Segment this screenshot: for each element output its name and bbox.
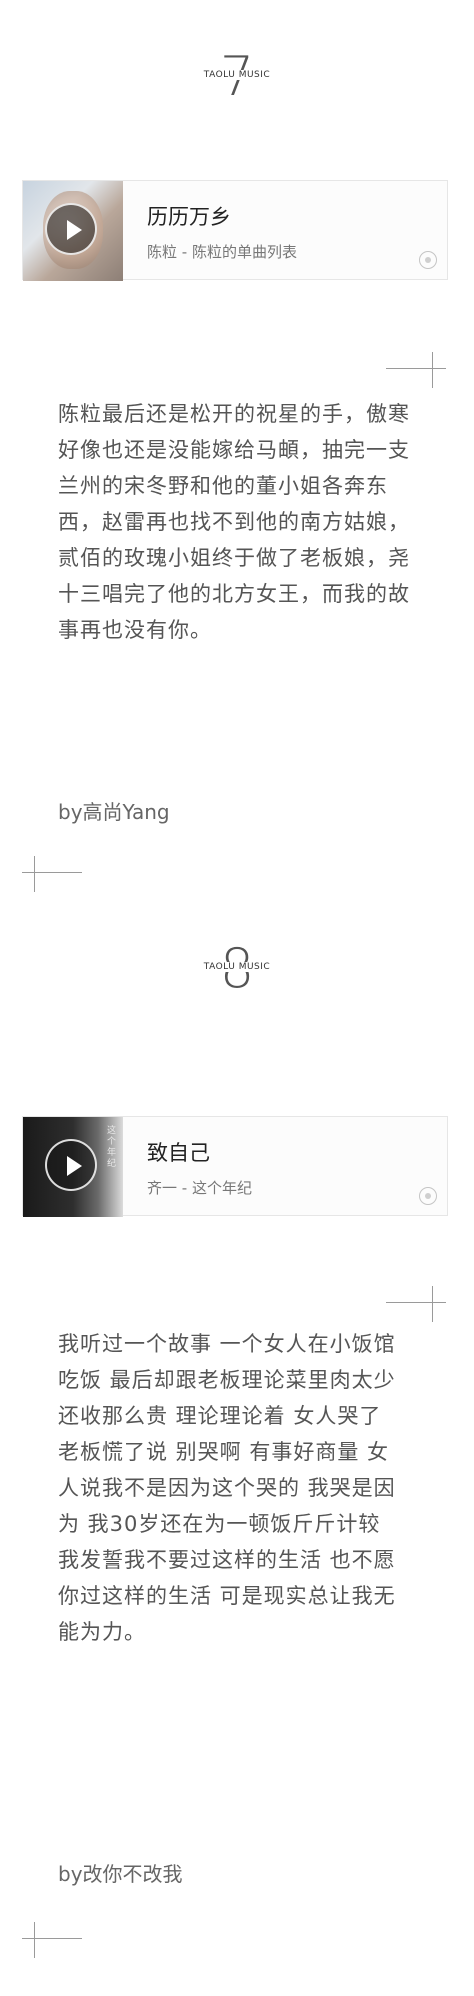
author-signature: by高尚Yang — [58, 800, 170, 824]
section-8: 8 TAOLU MUSIC 这个年纪 致自己 齐一 - 这个年纪 我听过一个故事… — [0, 940, 474, 1996]
number-badge: 7 TAOLU MUSIC — [197, 48, 277, 112]
corner-crosshair-decoration — [22, 1922, 82, 1958]
badge-brand: TAOLU MUSIC — [201, 962, 273, 972]
number-badge: 8 TAOLU MUSIC — [197, 940, 277, 1004]
song-title: 致自己 — [147, 1141, 210, 1165]
song-artist-album: 陈粒 - 陈粒的单曲列表 — [147, 243, 297, 261]
story-paragraph: 我听过一个故事 一个女人在小饭馆吃饭 最后却跟老板理论菜里肉太少 还收那么贵 理… — [58, 1332, 396, 1644]
album-cover: 这个年纪 — [23, 1117, 123, 1217]
album-cover — [23, 181, 123, 281]
play-icon[interactable] — [45, 203, 97, 255]
album-cover-text: 这个年纪 — [105, 1125, 115, 1169]
music-note-icon — [419, 251, 437, 269]
section-7: 7 TAOLU MUSIC 历历万乡 陈粒 - 陈粒的单曲列表 陈粒最后还是松开… — [0, 0, 474, 892]
music-note-icon — [419, 1187, 437, 1205]
badge-brand: TAOLU MUSIC — [201, 70, 273, 80]
corner-crosshair-decoration — [22, 856, 82, 892]
music-player-card[interactable]: 历历万乡 陈粒 - 陈粒的单曲列表 — [22, 180, 448, 281]
corner-crosshair-decoration — [386, 1286, 446, 1322]
music-player-card[interactable]: 这个年纪 致自己 齐一 - 这个年纪 — [22, 1116, 448, 1217]
author-signature: by改你不改我 — [58, 1862, 183, 1886]
song-artist-album: 齐一 - 这个年纪 — [147, 1179, 252, 1197]
story-paragraph: 陈粒最后还是松开的祝星的手，傲寒好像也还是没能嫁给马頔，抽完一支兰州的宋冬野和他… — [58, 402, 410, 642]
play-icon[interactable] — [45, 1139, 97, 1191]
song-title: 历历万乡 — [147, 205, 231, 229]
corner-crosshair-decoration — [386, 352, 446, 388]
